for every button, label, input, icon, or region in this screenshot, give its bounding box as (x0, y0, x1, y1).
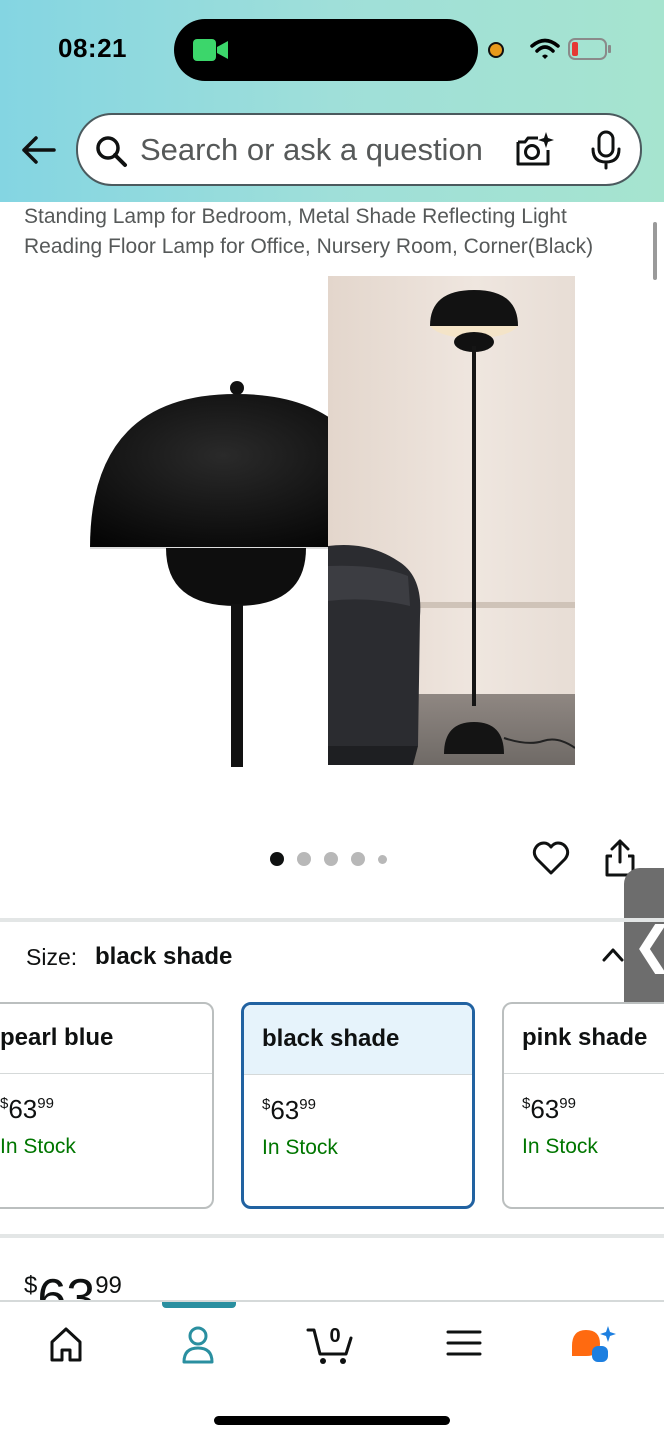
home-indicator[interactable] (214, 1416, 450, 1425)
scrollbar[interactable] (653, 222, 657, 280)
variant-price: $6399 (0, 1094, 54, 1124)
cart-icon[interactable]: 0 (306, 1322, 356, 1366)
battery-icon (568, 38, 611, 60)
size-label: Size: (26, 944, 78, 970)
chevron-up-icon[interactable] (600, 944, 626, 964)
carousel-dot[interactable] (297, 852, 311, 866)
variant-name: black shade (244, 1005, 472, 1075)
camera-search-icon[interactable] (514, 130, 554, 170)
variant-stock: In Stock (262, 1136, 338, 1159)
variant-name: pearl blue (0, 1004, 212, 1074)
account-icon[interactable] (178, 1322, 218, 1366)
product-image-room[interactable] (328, 276, 575, 765)
home-icon[interactable] (46, 1322, 86, 1366)
header: 08:21 (0, 0, 664, 202)
microphone-icon[interactable] (590, 130, 622, 170)
variant-card-pearl-blue[interactable]: pearl blue $6399 In Stock (0, 1002, 214, 1209)
video-camera-icon (193, 39, 228, 61)
cart-count: 0 (329, 1325, 340, 1347)
section-divider (0, 1234, 664, 1238)
product-price: $6399 (24, 1269, 122, 1302)
menu-icon[interactable] (444, 1322, 484, 1366)
active-tab-indicator (162, 1302, 236, 1308)
carousel-dot[interactable] (378, 854, 387, 864)
wifi-icon (530, 38, 560, 59)
carousel-dot[interactable] (351, 852, 365, 866)
variant-stock: In Stock (0, 1135, 76, 1158)
search-icon (96, 136, 127, 167)
back-arrow-icon[interactable] (18, 130, 58, 170)
chevron-left-icon: ❮ (632, 920, 664, 970)
privacy-indicator-icon (488, 42, 504, 58)
status-time: 08:21 (58, 33, 127, 63)
variant-name: pink shade (504, 1004, 664, 1074)
rufus-ai-icon[interactable] (570, 1322, 616, 1366)
search-input[interactable] (140, 132, 500, 168)
product-title: Standing Lamp for Bedroom, Metal Shade R… (24, 205, 594, 258)
variant-card-black-shade[interactable]: black shade $6399 In Stock (241, 1002, 475, 1209)
variant-price: $6399 (262, 1095, 316, 1125)
section-divider (0, 918, 664, 922)
size-selected-value: black shade (95, 943, 233, 970)
variant-price: $6399 (522, 1094, 576, 1124)
variant-card-pink-shade[interactable]: pink shade $6399 In Stock (502, 1002, 664, 1209)
search-bar[interactable] (76, 113, 642, 186)
heart-icon[interactable] (532, 840, 570, 878)
carousel-dot[interactable] (324, 852, 338, 866)
carousel-dot[interactable] (270, 852, 284, 866)
variant-stock: In Stock (522, 1135, 598, 1158)
image-carousel-dots[interactable] (270, 852, 400, 866)
